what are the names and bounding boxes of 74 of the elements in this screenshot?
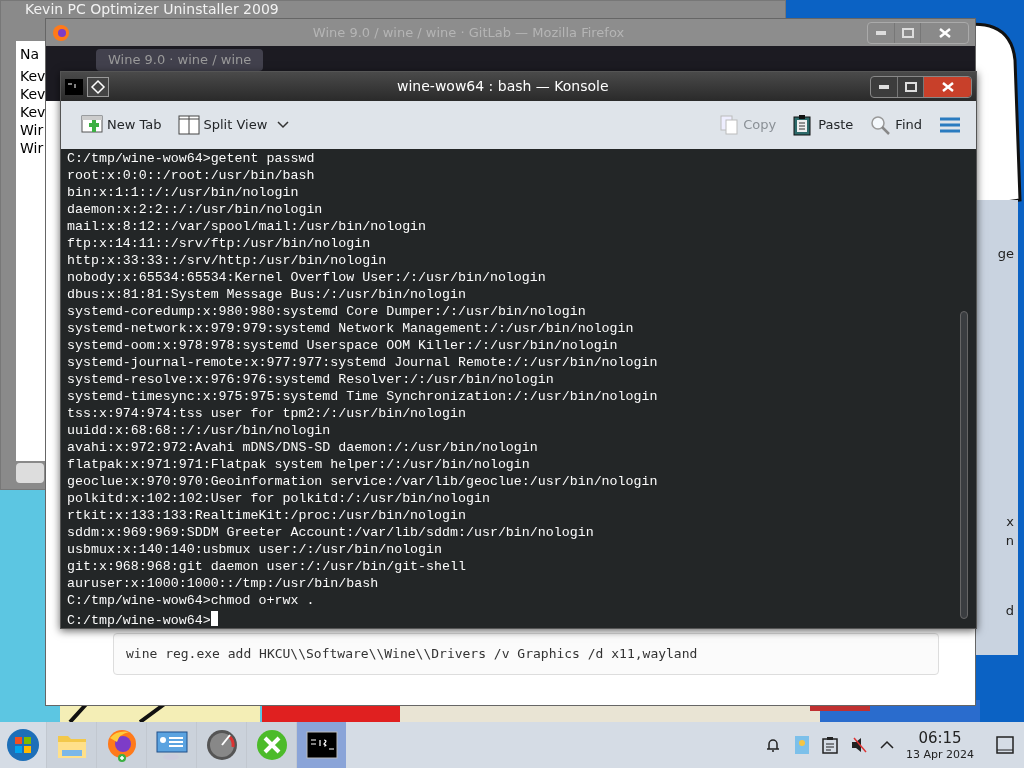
list-item[interactable]: Na <box>20 45 40 63</box>
split-view-icon <box>177 115 200 135</box>
terminal-line: tss:x:974:974:tss user for tpm2:/:/usr/bin/nologin <box>67 405 466 422</box>
terminal-line: bin:x:1:1::/:/usr/bin/nologin <box>67 184 299 201</box>
close-icon <box>941 81 954 92</box>
terminal-line: systemd-coredump:x:980:980:systemd Core Dumper:/:/usr/bin/nologin <box>67 303 586 320</box>
maximize-icon <box>901 27 914 38</box>
terminal-line: root:x:0:0::/root:/usr/bin/bash <box>67 167 315 184</box>
terminal-line: polkitd:x:102:102:User for polkitd:/:/usr/bin/nologin <box>67 490 490 507</box>
side-text: ge <box>997 245 1014 263</box>
terminal-line: auruser:x:1000:1000::/tmp:/usr/bin/bash <box>67 575 379 592</box>
terminal-line: dbus:x:81:81:System Message Bus:/:/usr/bin/nologin <box>67 286 466 303</box>
start-icon <box>6 728 40 762</box>
new-tab-icon <box>81 115 103 135</box>
terminal-line: sddm:x:969:969:SDDM Greeter Account:/var/lib/sddm:/usr/bin/nologin <box>67 524 594 541</box>
find-button[interactable]: Find <box>865 114 926 136</box>
terminal-line: nobody:x:65534:65534:Kernel Overflow User:/:/usr/bin/nologin <box>67 269 546 286</box>
terminal-line: rtkit:x:133:133:RealtimeKit:/proc:/usr/bin/nologin <box>67 507 466 524</box>
terminal-line: C:/tmp/wine-wow64>chmod o+rwx . <box>67 592 315 609</box>
terminal-line: flatpak:x:971:971:Flatpak system helper:/:/usr/bin/nologin <box>67 456 530 473</box>
side-text: n <box>1005 532 1014 550</box>
split-button[interactable]: Split View <box>173 115 272 135</box>
terminal-line: systemd-journal-remote:x:977:977:systemd Journal Remote:/:/usr/bin/nologin <box>67 354 658 371</box>
show-desktop-icon[interactable] <box>996 736 1014 754</box>
list-item[interactable]: Wir <box>20 121 44 139</box>
terminal-line: ftp:x:14:11::/srv/ftp:/usr/bin/nologin <box>67 235 371 252</box>
maximize-icon <box>904 81 917 92</box>
terminal-line: C:/tmp/wine-wow64> <box>67 609 218 629</box>
terminal-line: systemd-oom:x:978:978:systemd Userspace OOM Killer:/:/usr/bin/nologin <box>67 337 618 354</box>
pin-icon <box>87 76 109 97</box>
terminal-line: systemd-timesync:x:975:975:systemd Time Synchronization:/:/usr/bin/nologin <box>67 388 658 405</box>
clipboard-icon[interactable] <box>822 736 838 754</box>
window-title: Kevin PC Optimizer Uninstaller 2009 <box>25 1 279 18</box>
terminal-line: usbmux:x:140:140:usbmux user:/:/usr/bin/nologin <box>67 541 443 558</box>
minimize-icon <box>879 84 889 89</box>
code-block: wine reg.exe add HKCU\\Software\\Wine\\Drivers /v Graphics /d x11,wayland <box>113 633 939 675</box>
terminal-line: systemd-network:x:979:979:systemd Network Management:/:/usr/bin/nologin <box>67 320 634 337</box>
taskbar-item[interactable] <box>296 722 346 768</box>
side-text: d <box>1005 601 1014 620</box>
monitor-icon <box>154 729 189 761</box>
copy-icon <box>719 115 740 135</box>
search-icon <box>869 114 892 136</box>
terminal-line: git:x:968:968:git daemon user:/:/usr/bin/git-shell <box>67 558 466 575</box>
terminal-line: systemd-resolve:x:976:976:systemd Resolver:/:/usr/bin/nologin <box>67 371 554 388</box>
terminal-line: avahi:x:972:972:Avahi mDNS/DNS-SD daemon:/:/usr/bin/nologin <box>67 439 538 456</box>
gauge-icon <box>205 729 238 761</box>
list-item[interactable]: Kev <box>20 103 46 121</box>
chevron-down-icon[interactable] <box>277 121 290 129</box>
close-icon <box>938 27 951 38</box>
minimize-icon <box>876 30 886 35</box>
terminal-line: mail:x:8:12::/var/spool/mail:/usr/bin/nologin <box>67 218 427 235</box>
new-tab-button[interactable]: New Tab <box>77 115 166 135</box>
clock[interactable]: 06:15 13 Apr 2024 <box>906 728 974 762</box>
terminal-line: http:x:33:33::/srv/http:/usr/bin/nologin <box>67 252 387 269</box>
list-item[interactable]: Wir <box>20 139 44 157</box>
side-text: x <box>1006 512 1014 531</box>
paste-button[interactable]: Paste <box>788 114 858 136</box>
scrollbar[interactable] <box>960 311 968 619</box>
list-item[interactable]: Kev <box>20 85 46 103</box>
terminal-line: uuidd:x:68:68::/:/usr/bin/nologin <box>67 422 331 439</box>
terminal-line: geoclue:x:970:970:Geoinformation service:/var/lib/geoclue:/usr/bin/nologin <box>67 473 658 490</box>
terminal-line: daemon:x:2:2::/:/usr/bin/nologin <box>67 201 323 218</box>
list-item[interactable]: Kev <box>20 67 46 85</box>
close-button[interactable] <box>923 76 971 97</box>
terminal-icon <box>65 78 83 95</box>
menu-icon[interactable] <box>940 117 960 133</box>
firefox-icon <box>52 23 70 42</box>
browser-tab[interactable]: Wine 9.0 · wine / wine <box>96 49 264 71</box>
chevron-up-icon[interactable] <box>880 740 894 750</box>
bell-icon[interactable] <box>764 736 782 754</box>
window-title: wine-wow64 : bash — Konsole <box>397 77 609 96</box>
muted-speaker-icon[interactable] <box>850 736 868 754</box>
terminal-icon <box>305 731 338 759</box>
terminal-line: C:/tmp/wine-wow64>getent passwd <box>67 150 315 167</box>
